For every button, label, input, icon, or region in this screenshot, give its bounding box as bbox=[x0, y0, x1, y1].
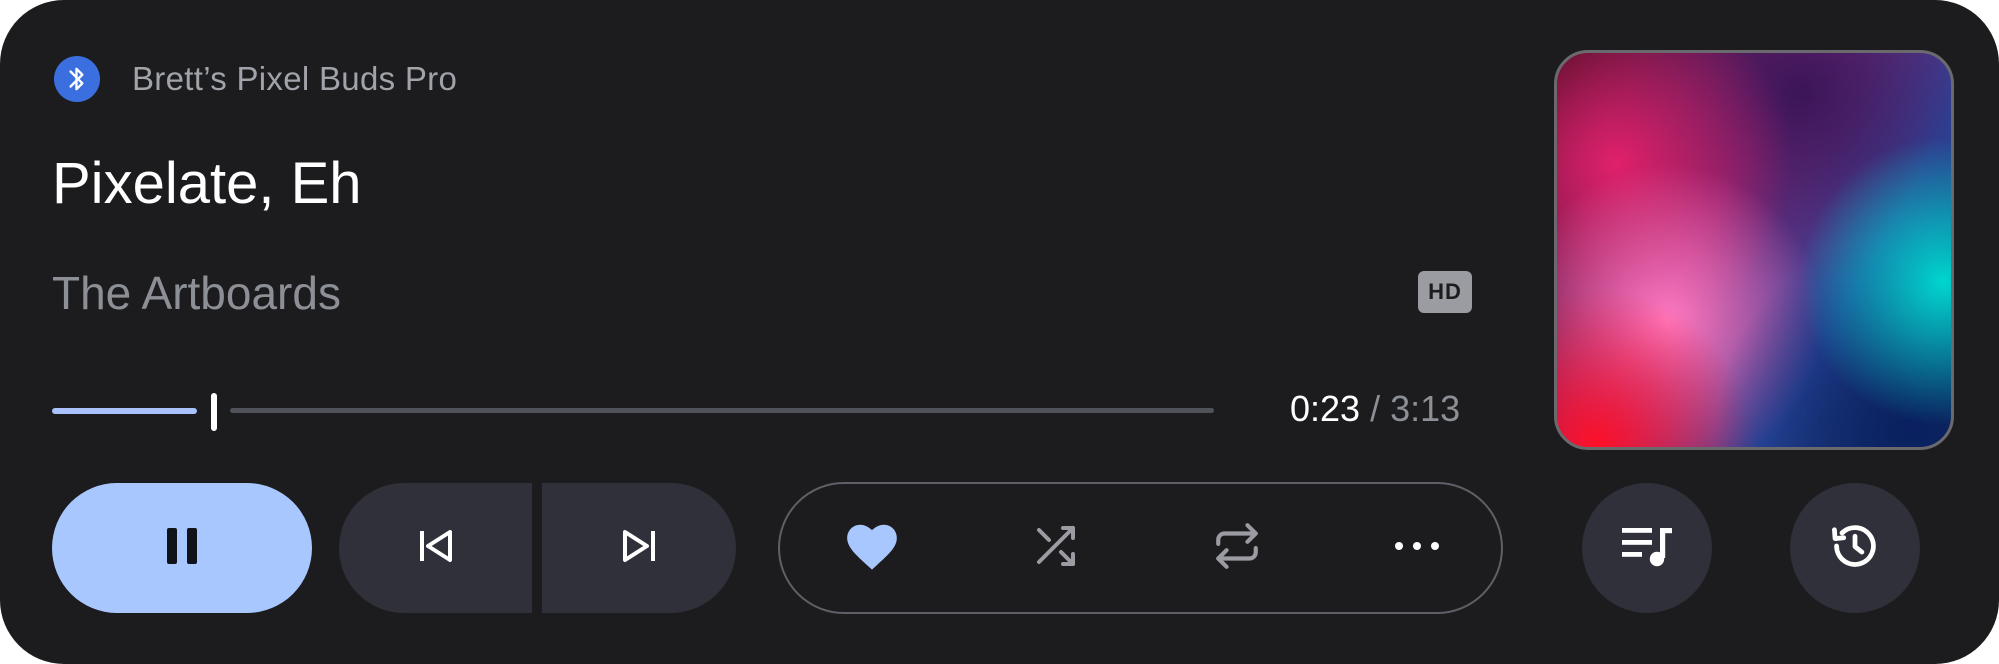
shuffle-button[interactable] bbox=[1000, 484, 1110, 612]
repeat-icon bbox=[1212, 521, 1262, 576]
track-title: Pixelate, Eh bbox=[52, 151, 362, 216]
history-icon bbox=[1829, 520, 1881, 577]
skip-previous-icon bbox=[416, 528, 456, 569]
album-art bbox=[1554, 50, 1954, 450]
heart-icon bbox=[843, 520, 901, 577]
media-player-card: Brett’s Pixel Buds Pro Pixelate, Eh The … bbox=[0, 0, 1999, 664]
repeat-button[interactable] bbox=[1182, 484, 1292, 612]
seek-bar-remaining bbox=[230, 408, 1214, 413]
playback-time: 0:23 / 3:13 bbox=[1290, 388, 1460, 430]
track-artist: The Artboards bbox=[52, 267, 341, 319]
seek-bar[interactable] bbox=[52, 392, 1214, 432]
skip-next-icon bbox=[619, 528, 659, 569]
seek-bar-thumb[interactable] bbox=[211, 393, 217, 431]
bluetooth-icon bbox=[54, 56, 100, 102]
output-device[interactable]: Brett’s Pixel Buds Pro bbox=[54, 56, 457, 102]
action-group bbox=[778, 482, 1503, 614]
pause-icon bbox=[164, 526, 200, 571]
device-name: Brett’s Pixel Buds Pro bbox=[132, 60, 458, 97]
elapsed-time: 0:23 bbox=[1290, 388, 1361, 429]
more-horizontal-icon bbox=[1393, 539, 1441, 557]
pause-button[interactable] bbox=[52, 483, 312, 613]
seek-bar-played bbox=[52, 408, 197, 414]
time-separator: / bbox=[1360, 388, 1391, 429]
favorite-button[interactable] bbox=[817, 484, 927, 612]
previous-button[interactable] bbox=[339, 483, 532, 613]
history-button[interactable] bbox=[1790, 483, 1920, 613]
total-time: 3:13 bbox=[1390, 388, 1461, 429]
queue-music-icon bbox=[1620, 522, 1674, 575]
shuffle-icon bbox=[1031, 522, 1079, 575]
more-button[interactable] bbox=[1362, 484, 1472, 612]
hd-badge: HD bbox=[1418, 271, 1472, 313]
queue-button[interactable] bbox=[1582, 483, 1712, 613]
next-button[interactable] bbox=[542, 483, 736, 613]
